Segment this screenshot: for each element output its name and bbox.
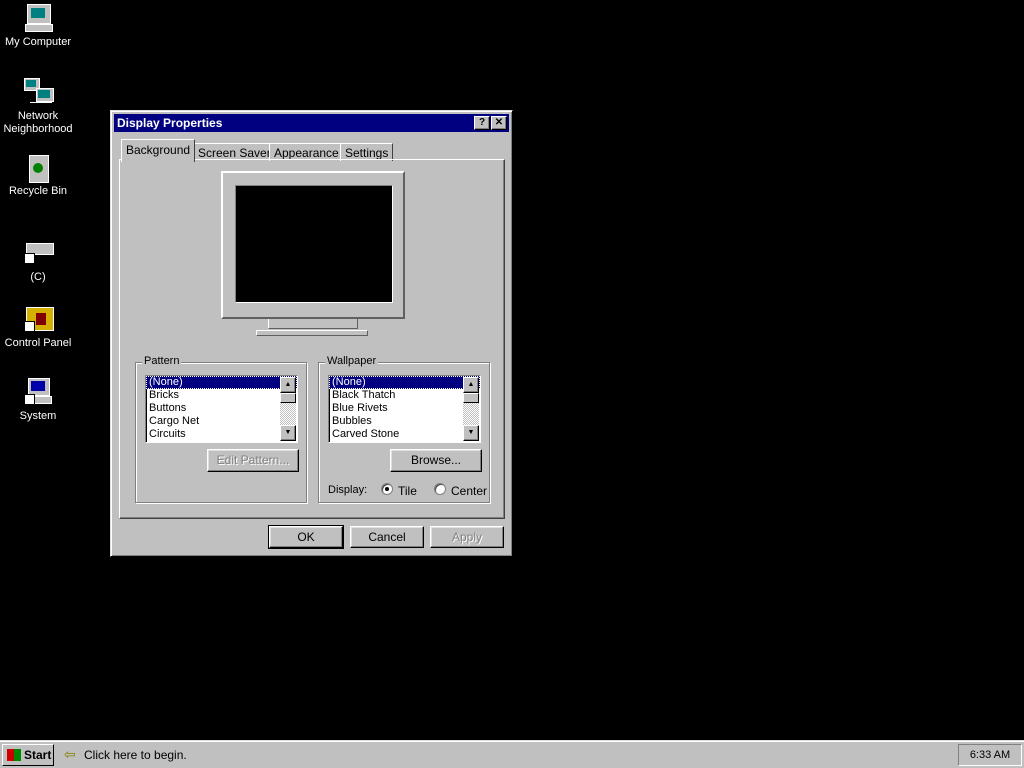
- desktop-icon-network-neighborhood[interactable]: Network Neighborhood: [0, 76, 76, 136]
- wallpaper-group: Wallpaper (None) Black Thatch Blue Rivet…: [318, 355, 490, 503]
- system-tray: 6:33 AM: [958, 744, 1022, 766]
- browse-label: Browse...: [410, 453, 461, 467]
- desktop-icon-control-panel[interactable]: ↗ Control Panel: [0, 303, 76, 350]
- ok-label: OK: [297, 530, 315, 544]
- ok-button[interactable]: OK: [268, 525, 344, 549]
- monitor-preview: [221, 171, 405, 319]
- center-radio[interactable]: [434, 483, 446, 495]
- close-icon: ✕: [494, 117, 504, 128]
- recycle-bin-icon: [22, 151, 54, 183]
- taskbar: Start ⇦ Click here to begin. 6:33 AM: [0, 740, 1024, 768]
- arrow-up-icon: ▲: [467, 381, 475, 388]
- scroll-thumb[interactable]: [280, 393, 296, 403]
- clock[interactable]: 6:33 AM: [970, 749, 1010, 761]
- center-radio-label[interactable]: Center: [451, 484, 487, 498]
- drive-shortcut-icon: ↗: [22, 237, 54, 269]
- my-computer-icon: [22, 2, 54, 34]
- desktop-icon-c-drive[interactable]: ↗ (C): [0, 237, 76, 284]
- tab-background-label: Background: [126, 143, 191, 157]
- start-button[interactable]: Start: [2, 744, 54, 766]
- list-item[interactable]: Bricks: [146, 389, 297, 402]
- scroll-up-button[interactable]: ▲: [463, 377, 479, 393]
- edit-pattern-button[interactable]: Edit Pattern...: [207, 449, 299, 472]
- list-item[interactable]: Black Thatch: [329, 389, 480, 402]
- windows-logo-icon: [7, 749, 21, 761]
- arrow-left-icon: ⇦: [64, 746, 76, 762]
- apply-button[interactable]: Apply: [430, 526, 504, 548]
- tab-screen-saver-label: Screen Saver: [198, 146, 271, 160]
- scroll-down-button[interactable]: ▼: [463, 425, 479, 441]
- desktop-icon-system[interactable]: ↗ System: [0, 376, 76, 423]
- tile-radio-label[interactable]: Tile: [398, 484, 417, 498]
- list-item[interactable]: (None): [146, 376, 297, 389]
- scroll-thumb[interactable]: [463, 393, 479, 403]
- monitor-stand: [268, 319, 358, 329]
- wallpaper-listbox[interactable]: (None) Black Thatch Blue Rivets Bubbles …: [328, 375, 481, 443]
- network-neighborhood-icon: [22, 76, 54, 108]
- wallpaper-group-label: Wallpaper: [325, 355, 379, 367]
- desktop-icon-my-computer[interactable]: My Computer: [0, 2, 76, 49]
- monitor-base: [256, 330, 368, 336]
- dialog-title: Display Properties: [117, 116, 223, 130]
- help-icon: ?: [478, 117, 486, 128]
- edit-pattern-label: Edit Pattern...: [216, 453, 290, 467]
- arrow-down-icon: ▼: [284, 429, 292, 436]
- tab-appearance-label: Appearance: [274, 146, 339, 160]
- help-button[interactable]: ?: [474, 116, 490, 130]
- display-label: Display:: [328, 484, 368, 496]
- radio-dot: [385, 487, 389, 491]
- cancel-label: Cancel: [368, 530, 406, 544]
- pattern-group-label: Pattern: [142, 355, 182, 367]
- scroll-down-button[interactable]: ▼: [280, 425, 296, 441]
- background-tab-panel: Pattern (None) Bricks Buttons Cargo Net …: [119, 159, 505, 519]
- tile-radio[interactable]: [381, 483, 393, 495]
- apply-label: Apply: [451, 530, 483, 544]
- preview-screen: [235, 185, 393, 303]
- list-item[interactable]: Buttons: [146, 402, 297, 415]
- wallpaper-scrollbar[interactable]: ▲ ▼: [463, 377, 479, 441]
- list-item[interactable]: Blue Rivets: [329, 402, 480, 415]
- pattern-group: Pattern (None) Bricks Buttons Cargo Net …: [135, 355, 307, 503]
- display-properties-dialog: Display Properties ? ✕ Background Screen…: [110, 110, 513, 557]
- browse-button[interactable]: Browse...: [390, 449, 482, 472]
- list-item[interactable]: Carved Stone: [329, 428, 480, 441]
- cancel-button[interactable]: Cancel: [350, 526, 424, 548]
- tab-background[interactable]: Background: [121, 139, 196, 162]
- close-button[interactable]: ✕: [491, 116, 507, 130]
- pattern-listbox[interactable]: (None) Bricks Buttons Cargo Net Circuits…: [145, 375, 298, 443]
- arrow-up-icon: ▲: [284, 381, 292, 388]
- scroll-up-button[interactable]: ▲: [280, 377, 296, 393]
- system-icon: ↗: [22, 376, 54, 408]
- list-item[interactable]: Cargo Net: [146, 415, 297, 428]
- desktop-icon-recycle-bin[interactable]: Recycle Bin: [0, 151, 76, 198]
- tab-settings-label: Settings: [345, 146, 389, 160]
- start-hint: Click here to begin.: [84, 748, 187, 762]
- list-item[interactable]: (None): [329, 376, 480, 389]
- start-label: Start: [24, 748, 52, 762]
- title-bar[interactable]: Display Properties ? ✕: [114, 114, 509, 132]
- list-item[interactable]: Bubbles: [329, 415, 480, 428]
- list-item[interactable]: Circuits: [146, 428, 297, 441]
- pattern-scrollbar[interactable]: ▲ ▼: [280, 377, 296, 441]
- control-panel-icon: ↗: [22, 303, 54, 335]
- arrow-down-icon: ▼: [467, 429, 475, 436]
